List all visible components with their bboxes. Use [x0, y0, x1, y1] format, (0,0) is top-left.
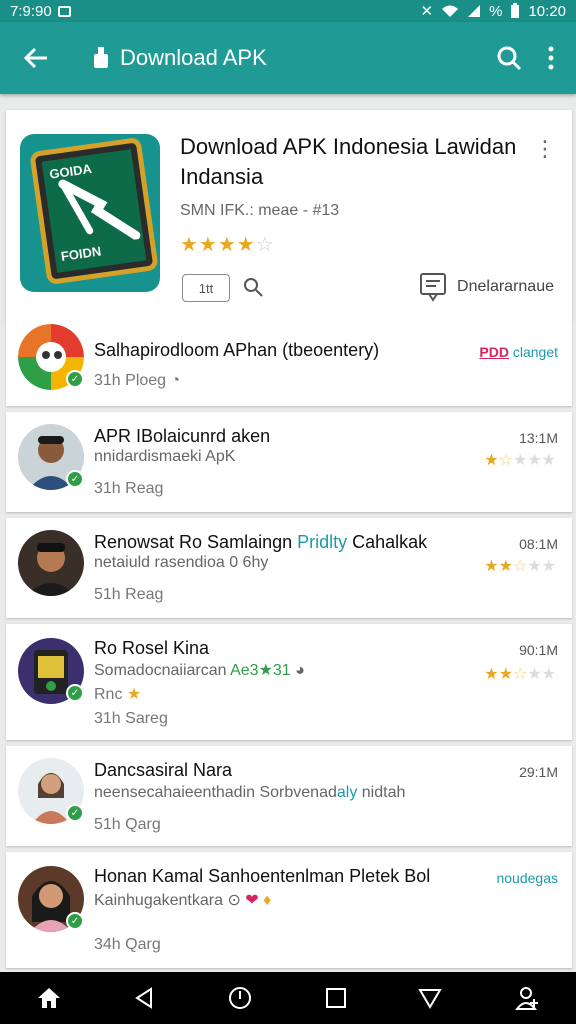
battery-percent: % — [489, 2, 503, 20]
battery-icon — [511, 3, 520, 18]
list-item[interactable]: ✓ Renowsat Ro Samlaingn Pridlty Cahalkak… — [6, 518, 572, 618]
download-action[interactable]: Dnelararnaue — [419, 272, 554, 302]
item-title: Dancsasiral Nara — [94, 760, 233, 780]
item-title: APR IBolaicunrd aken — [94, 426, 271, 446]
item-subtitle: nnidardismaeki ApK — [94, 448, 236, 465]
app-bar: Download APK — [0, 22, 576, 94]
download-label: Dnelararnaue — [457, 278, 554, 295]
status-time-left: 7:9:90 — [10, 2, 52, 20]
emoji-icon: ◕ — [295, 662, 305, 679]
item-rating: ★★☆★★ — [484, 558, 556, 575]
signal-icon — [468, 5, 481, 17]
featured-rating-stars: ★★★★☆ — [180, 234, 275, 256]
arrow-left-icon — [23, 47, 47, 69]
item-time: 29:1M — [519, 764, 558, 780]
heart-icon: ❤ — [245, 892, 259, 909]
item-time: 90:1M — [519, 642, 558, 658]
back-triangle-icon[interactable] — [133, 987, 155, 1009]
item-title: Honan Kamal Sanhoentenlman Pletek Bol — [94, 866, 431, 886]
down-triangle-icon[interactable] — [418, 987, 443, 1009]
item-time: 13:1M — [519, 430, 558, 446]
item-age: 51h Qarg — [94, 816, 161, 833]
back-button[interactable] — [0, 45, 72, 71]
magnify-icon[interactable] — [242, 276, 264, 298]
user-avatar — [18, 530, 84, 596]
status-icons: ✕ % 10:20 — [420, 2, 566, 21]
phone-screen: GOIDA FOIDN — [41, 149, 147, 273]
item-rating: ★☆★★★ — [484, 452, 556, 469]
message-icon — [420, 273, 447, 302]
recents-square-icon[interactable] — [325, 987, 347, 1009]
item-age: 31h Ploeg ◔ — [94, 372, 181, 389]
download-apk-icon — [94, 47, 108, 68]
verified-badge: ✓ — [66, 684, 84, 702]
wifi-icon — [442, 5, 459, 17]
verified-badge: ✓ — [66, 912, 84, 930]
user-icon[interactable] — [514, 985, 540, 1011]
item-title: Renowsat Ro Samlaingn Pridlty Cahalkak — [94, 532, 428, 552]
list-item[interactable]: ✓ Dancsasiral Nara neensecahaieenthadin … — [6, 746, 572, 846]
item-age: 51h Reag — [94, 586, 164, 603]
item-subtitle: Kainhugakentkara ⊙ ❤ ♦ — [94, 892, 272, 909]
list-item[interactable]: ✓ Honan Kamal Sanhoentenlman Pletek Bol … — [6, 852, 572, 968]
search-icon[interactable] — [496, 45, 522, 71]
page-title: Download APK — [120, 45, 267, 70]
size-chip[interactable]: 1tt — [182, 274, 230, 302]
item-time: 08:1M — [519, 536, 558, 552]
app-bar-actions — [496, 45, 576, 71]
item-time: noudegas — [496, 870, 558, 886]
person-icon — [26, 543, 76, 596]
list-item[interactable]: ✓ Salhapirodloom APhan (tbeoentery) 31h … — [6, 322, 572, 406]
bell-icon: ♦ — [263, 892, 272, 909]
item-subtitle: netaiuld rasendioa 0 6hy — [94, 554, 269, 571]
power-icon[interactable] — [227, 985, 253, 1011]
item-tagline: Rnc ★ — [94, 686, 142, 703]
home-icon[interactable] — [36, 986, 62, 1010]
bottom-nav-bar — [0, 972, 576, 1024]
verified-badge: ✓ — [66, 470, 84, 488]
item-subtitle: neensecahaieenthadin Sorbvenadaly nidtah — [94, 784, 406, 801]
item-rating: ★★☆★★ — [484, 666, 556, 683]
item-age: 31h Sareg — [94, 710, 168, 727]
camera-icon: ⊙ — [227, 892, 241, 909]
notification-icon — [57, 5, 71, 17]
clock-icon: ◔ — [170, 372, 181, 389]
verified-badge: ✓ — [66, 370, 84, 388]
status-bar: 7:9:90 ✕ % 10:20 — [0, 0, 576, 22]
app-icon: GOIDA FOIDN — [20, 134, 160, 292]
arrow-glyph-icon — [58, 179, 141, 240]
featured-app-title[interactable]: Download APK Indonesia Lawidan Indansia — [180, 132, 532, 192]
phone-illustration: GOIDA FOIDN — [29, 136, 159, 286]
item-title: Ro Rosel Kina — [94, 638, 210, 658]
list-item[interactable]: ✓ Ro Rosel Kina Somadocnaiiarcan Ae3★31 … — [6, 624, 572, 740]
featured-app-card[interactable]: GOIDA FOIDN Download APK Indonesia Lawid… — [6, 110, 572, 322]
mute-icon: ✕ — [420, 3, 434, 20]
item-subtitle: Somadocnaiiarcan Ae3★31 ◕ — [94, 662, 305, 679]
app-bar-title-group: Download APK — [92, 45, 267, 71]
featured-more-icon[interactable]: ⋮ — [534, 136, 556, 162]
list-item[interactable]: ✓ APR IBolaicunrd aken nnidardismaeki Ap… — [6, 412, 572, 512]
status-time: 10:20 — [528, 2, 566, 20]
verified-badge: ✓ — [66, 804, 84, 822]
more-vert-icon[interactable] — [548, 46, 554, 70]
item-title: Salhapirodloom APhan (tbeoentery) — [94, 340, 380, 360]
item-age: 34h Qarg — [94, 936, 161, 953]
item-age: 31h Reag — [94, 480, 164, 497]
item-tag: PDD clanget — [479, 344, 558, 360]
featured-app-meta: SMN IFK.: meae - #13 — [180, 202, 340, 219]
